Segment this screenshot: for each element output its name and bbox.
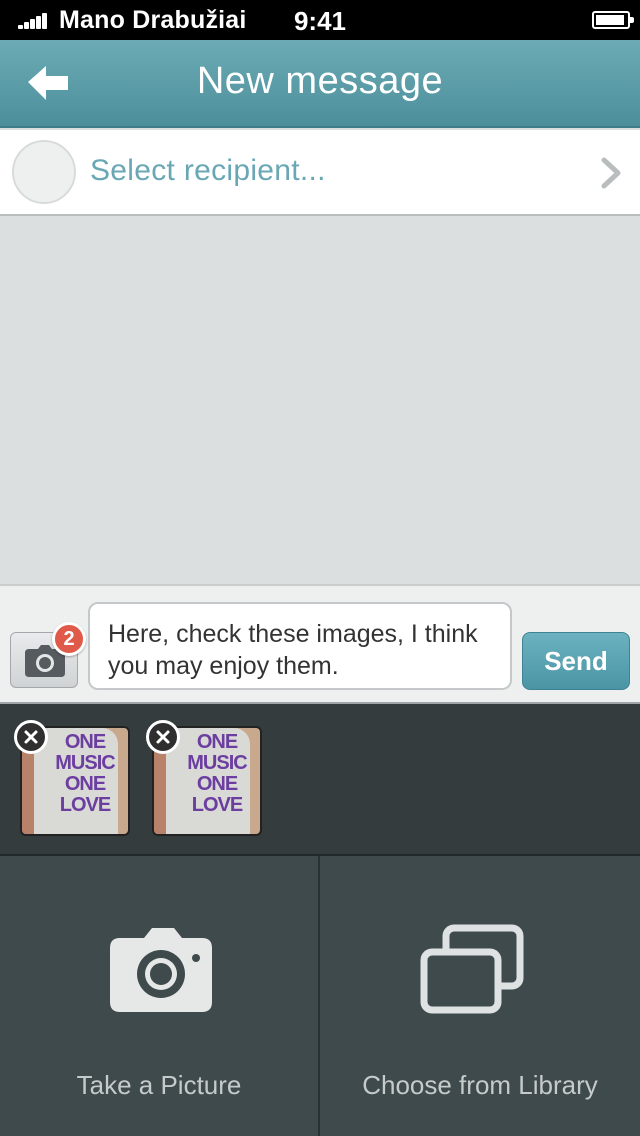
thumbnail-caption: ONE MUSIC ONE LOVE (55, 731, 115, 816)
choose-from-library-button[interactable]: Choose from Library (320, 856, 640, 1136)
nav-bar: New message (0, 40, 640, 128)
status-bar: Mano Drabužiai 9:41 (0, 0, 640, 40)
page-title: New message (196, 60, 444, 102)
message-thread-area (0, 216, 640, 584)
status-time: 9:41 (293, 6, 347, 36)
battery-icon (592, 11, 634, 29)
chevron-right-icon (601, 157, 621, 189)
compose-bar: 2 Send (0, 584, 640, 704)
send-button[interactable]: Send (522, 632, 630, 690)
attachment-count-badge: 2 (52, 622, 86, 656)
photo-source-panel: Take a Picture Choose from Library (0, 856, 640, 1136)
take-picture-label: Take a Picture (76, 1070, 242, 1100)
remove-attachment-button[interactable] (146, 720, 180, 754)
remove-attachment-button[interactable] (14, 720, 48, 754)
message-input[interactable] (88, 602, 512, 690)
attachments-strip: ONE MUSIC ONE LOVE ONE MUSIC ONE LOVE (0, 704, 640, 856)
camera-icon (110, 928, 212, 1012)
avatar (12, 140, 76, 204)
thumbnail-caption: ONE MUSIC ONE LOVE (187, 731, 247, 816)
close-icon (156, 730, 170, 744)
take-picture-button[interactable]: Take a Picture (0, 856, 320, 1136)
select-recipient-row[interactable]: Select recipient... (0, 130, 640, 216)
photo-library-icon (420, 924, 524, 1014)
choose-from-library-label: Choose from Library (362, 1070, 598, 1100)
close-icon (24, 730, 38, 744)
recipient-placeholder: Select recipient... (90, 154, 326, 187)
